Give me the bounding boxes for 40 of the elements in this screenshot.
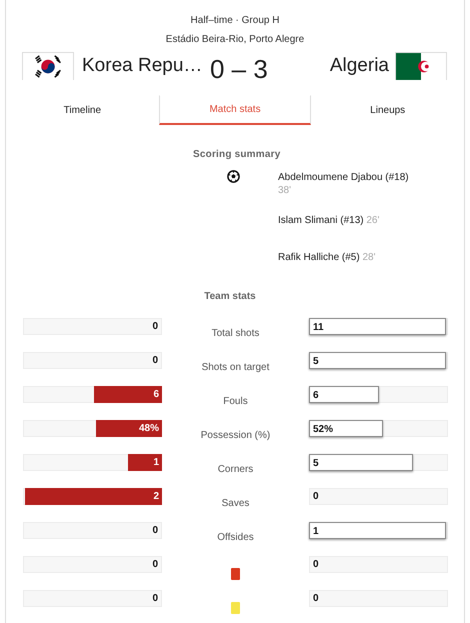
score: 0 – 3	[209, 54, 269, 84]
stat-label: Corners	[216, 463, 254, 475]
stat-bar: 1	[309, 522, 446, 539]
stat-value: 0	[151, 592, 159, 606]
goal-entry: Rafik Halliche (#5) 28'	[278, 251, 377, 265]
stat-value: 0	[151, 354, 159, 368]
venue: Estádio Beira-Rio, Porto Alegre	[164, 33, 306, 47]
tab[interactable]: Match stats	[158, 95, 312, 125]
stat-value: 0	[312, 558, 320, 572]
section-title: Scoring summary	[193, 149, 282, 160]
tab[interactable]: Timeline	[6, 95, 159, 125]
stat-label: Shots on target	[200, 361, 270, 373]
stat-label: Saves	[220, 497, 250, 509]
stat-value: 0	[151, 558, 159, 572]
stat-bar: 48%	[96, 420, 162, 437]
stat-label: Offsides	[216, 531, 255, 543]
stat-bar: 6	[309, 386, 379, 403]
stat-label: Possession (%)	[200, 429, 272, 441]
stat-bar: 1	[128, 454, 162, 471]
stat-bar: 2	[25, 488, 162, 505]
stat-value: 0	[151, 320, 159, 334]
stat-bar: 11	[309, 318, 446, 335]
flag-icon	[395, 52, 447, 80]
goal-entry: Islam Slimani (#13) 26'	[278, 214, 380, 228]
section-title: Team stats	[203, 291, 257, 302]
stat-value: 0	[151, 524, 159, 538]
stat-bar: 6	[94, 386, 162, 403]
stat-label: Total shots	[210, 327, 260, 339]
goal-entry: Abdelmoumene Djabou (#18) 38'	[278, 171, 410, 197]
match-status: Half–time · Group H	[190, 14, 280, 28]
team-name: Algeria	[330, 55, 389, 77]
stat-value: 0	[312, 592, 320, 606]
stat-bar: 5	[309, 352, 446, 369]
tab[interactable]: Lineups	[311, 95, 464, 125]
stat-bar: 5	[309, 454, 414, 471]
stat-bar: 52%	[309, 420, 383, 437]
flag-icon	[22, 52, 74, 80]
stat-value: 0	[312, 490, 320, 504]
stat-label: Fouls	[222, 395, 249, 407]
team-name: Korea Repu…	[82, 55, 204, 77]
